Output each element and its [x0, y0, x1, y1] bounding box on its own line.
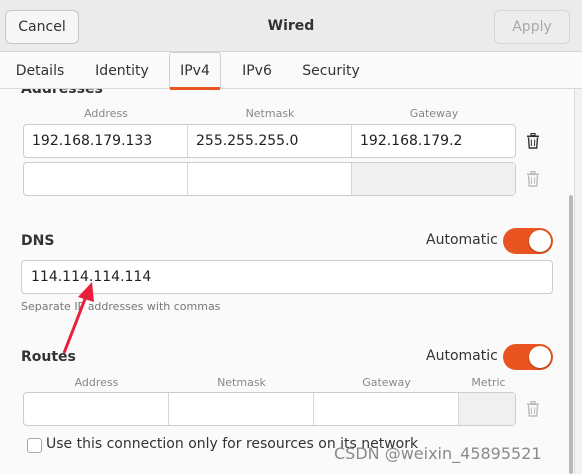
dns-hint: Separate IP addresses with commas: [21, 300, 221, 313]
trash-icon: [527, 133, 539, 149]
addresses-col-netmask: Netmask: [245, 107, 295, 120]
delete-route-button[interactable]: [518, 392, 548, 426]
address-row-empty: [23, 162, 516, 196]
routes-col-metric: Metric: [471, 376, 506, 389]
address-row: 192.168.179.133 255.255.255.0 192.168.17…: [23, 124, 516, 158]
delete-address-button[interactable]: [518, 124, 548, 158]
switch-knob: [529, 230, 551, 252]
tab-ipv4[interactable]: IPv4: [169, 52, 221, 90]
header-bar: Cancel Wired Apply: [0, 0, 582, 52]
trash-icon: [527, 401, 539, 417]
watermark: CSDN @weixin_45895521: [334, 444, 542, 463]
routes-col-gateway: Gateway: [362, 376, 411, 389]
gateway-input[interactable]: 192.168.179.2: [352, 125, 515, 157]
routes-automatic-switch[interactable]: [503, 344, 553, 370]
tab-bar: Details Identity IPv4 IPv6 Security: [0, 52, 582, 90]
routes-automatic-label: Automatic: [426, 348, 498, 364]
routes-col-address: Address: [74, 376, 119, 389]
switch-knob: [529, 346, 551, 368]
route-gateway-input[interactable]: [314, 393, 459, 425]
route-netmask-input[interactable]: [169, 393, 314, 425]
dns-automatic-switch[interactable]: [503, 228, 553, 254]
delete-address-button-empty[interactable]: [518, 162, 548, 196]
dns-automatic-label: Automatic: [426, 232, 498, 248]
tab-identity[interactable]: Identity: [86, 52, 158, 89]
route-address-input[interactable]: [24, 393, 169, 425]
addresses-title-clip: Addresses: [0, 89, 570, 99]
tab-ipv6[interactable]: IPv6: [234, 52, 280, 89]
netmask-input[interactable]: 255.255.255.0: [188, 125, 352, 157]
addresses-title: Addresses: [21, 89, 103, 97]
tab-security[interactable]: Security: [294, 52, 368, 89]
netmask-input-empty[interactable]: [188, 163, 352, 195]
annotation-arrow: [62, 282, 94, 354]
tab-details[interactable]: Details: [8, 52, 72, 89]
dns-input[interactable]: 114.114.114.114: [21, 260, 553, 294]
addresses-col-address: Address: [84, 107, 128, 120]
route-metric-input[interactable]: [459, 393, 515, 425]
routes-col-netmask: Netmask: [217, 376, 266, 389]
only-resources-checkbox[interactable]: [27, 438, 42, 453]
address-input-empty[interactable]: [24, 163, 188, 195]
trash-icon: [527, 171, 539, 187]
dns-title: DNS: [21, 233, 55, 249]
route-row: [23, 392, 516, 426]
apply-button[interactable]: Apply: [494, 10, 570, 44]
scrollbar[interactable]: [569, 195, 573, 474]
addresses-col-gateway: Gateway: [409, 107, 459, 120]
address-input[interactable]: 192.168.179.133: [24, 125, 188, 157]
routes-title: Routes: [21, 349, 76, 365]
gateway-input-empty[interactable]: [352, 163, 515, 195]
